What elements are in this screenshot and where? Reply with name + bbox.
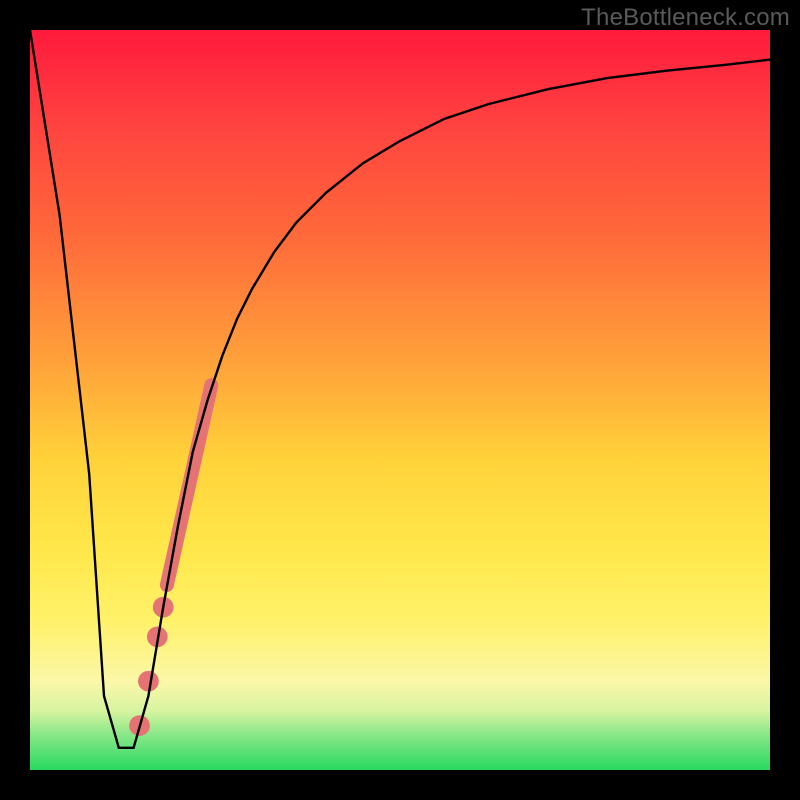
- chart-frame: TheBottleneck.com: [0, 0, 800, 800]
- marker-dot-2: [138, 671, 159, 692]
- chart-svg: [30, 30, 770, 770]
- highlight-markers: [129, 385, 211, 736]
- watermark-text: TheBottleneck.com: [581, 4, 790, 32]
- bottleneck-curve: [30, 30, 770, 748]
